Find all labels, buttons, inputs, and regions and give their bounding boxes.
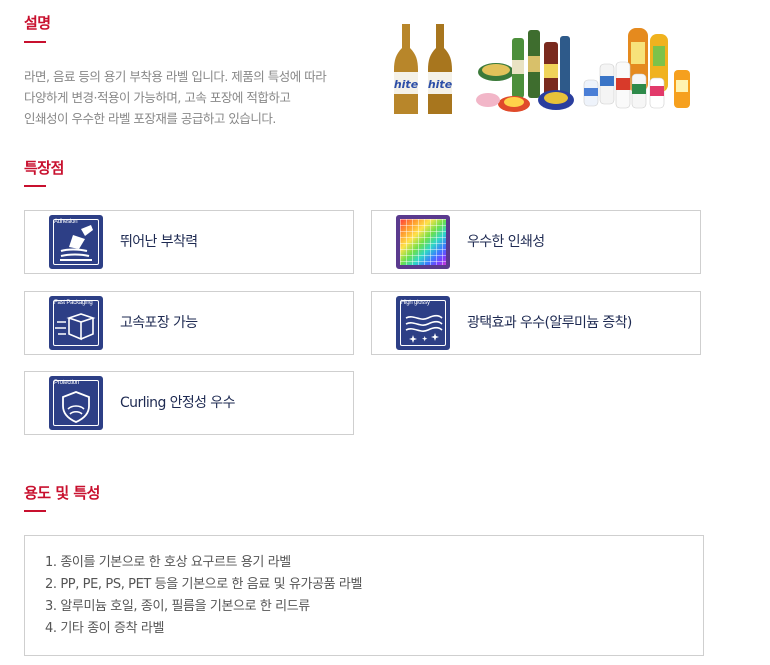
description-line: 다양하게 변경·적용이 가능하며, 고속 포장에 적합하고 xyxy=(24,90,291,105)
feature-adhesion: Adhesion 뛰어난 부착력 xyxy=(24,210,354,274)
usage-list-item: 2. PP, PE, PS, PET 등을 기본으로 한 음료 및 유가공품 라… xyxy=(45,577,363,592)
adhesion-icon: Adhesion xyxy=(49,215,103,269)
svg-text:hite: hite xyxy=(394,78,419,91)
usage-list-item: 1. 종이를 기본으로 한 호상 요구르트 용기 라벨 xyxy=(45,555,291,570)
usage-list-item: 4. 기타 종이 증착 라벨 xyxy=(45,621,165,636)
usage-title: 용도 및 특성 xyxy=(24,484,100,502)
high-glossy-icon: High glossy xyxy=(396,296,450,350)
feature-printability: 우수한 인쇄성 xyxy=(371,210,701,274)
feature-label: 뛰어난 부착력 xyxy=(120,234,198,250)
fast-packaging-icon: Fast Packaging xyxy=(49,296,103,350)
jar-group-image xyxy=(476,30,574,112)
bottle-group-image xyxy=(583,28,690,109)
description-title: 설명 xyxy=(24,14,51,32)
usage-list-box: 1. 종이를 기본으로 한 호상 요구르트 용기 라벨 2. PP, PE, P… xyxy=(24,535,704,656)
features-title-underline xyxy=(24,185,46,187)
feature-high-glossy: High glossy 광택효과 우수(알루미늄 증착) xyxy=(371,291,701,355)
description-line: 인쇄성이 우수한 라벨 포장재를 공급하고 있습니다. xyxy=(24,111,276,126)
feature-label: 우수한 인쇄성 xyxy=(467,234,545,250)
product-label-image: hite hite xyxy=(394,24,690,114)
description-text: 라면, 음료 등의 용기 부착용 라벨 입니다. 제품의 특성에 따라 다양하게… xyxy=(24,66,374,129)
feature-label: 광택효과 우수(알루미늄 증착) xyxy=(467,315,632,331)
usage-list: 1. 종이를 기본으로 한 호상 요구르트 용기 라벨 2. PP, PE, P… xyxy=(45,552,362,640)
description-line: 라면, 음료 등의 용기 부착용 라벨 입니다. 제품의 특성에 따라 xyxy=(24,69,327,84)
description-title-underline xyxy=(24,41,46,43)
feature-label: Curling 안정성 우수 xyxy=(120,395,235,411)
protection-icon: Protection xyxy=(49,376,103,430)
svg-text:hite: hite xyxy=(428,78,453,91)
printability-icon xyxy=(396,215,450,269)
usage-list-item: 3. 알루미늄 호일, 종이, 필름을 기본으로 한 리드류 xyxy=(45,599,310,614)
feature-protection: Protection Curling 안정성 우수 xyxy=(24,371,354,435)
usage-title-underline xyxy=(24,510,46,512)
beer-bottle-image: hite hite xyxy=(394,24,453,114)
feature-label: 고속포장 가능 xyxy=(120,315,198,331)
feature-fast-packaging: Fast Packaging 고속포장 가능 xyxy=(24,291,354,355)
features-title: 특장점 xyxy=(24,159,64,177)
